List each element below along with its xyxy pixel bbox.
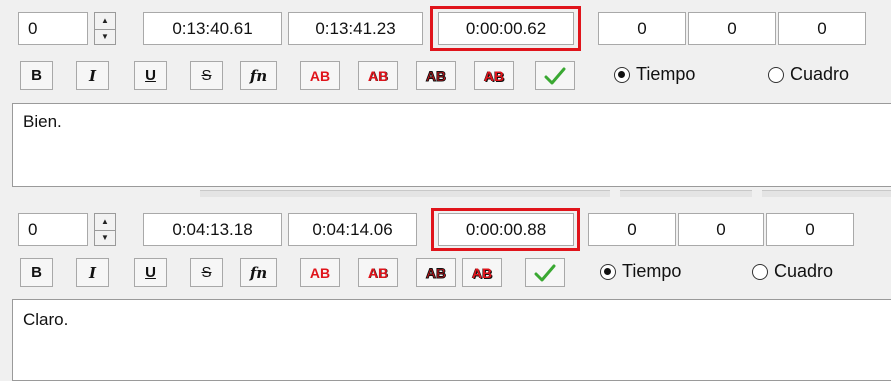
time-radio-label: Tiempo xyxy=(622,261,682,281)
end-time-field[interactable]: 0:13:41.23 xyxy=(288,12,423,45)
spin-down-icon[interactable]: ▼ xyxy=(95,229,115,246)
shadow-color-button[interactable]: AB xyxy=(462,258,502,287)
margin-vertical-field[interactable]: 0 xyxy=(778,12,866,45)
margin-vertical-field[interactable]: 0 xyxy=(766,213,854,246)
start-time-field[interactable]: 0:13:40.61 xyxy=(143,12,282,45)
time-radio[interactable]: Tiempo xyxy=(600,261,681,282)
margin-right-field[interactable]: 0 xyxy=(688,12,776,45)
margin-left-field[interactable]: 0 xyxy=(598,12,686,45)
radio-unselected-icon xyxy=(752,263,768,280)
layer-spinner[interactable]: ▲ ▼ xyxy=(94,213,116,246)
frame-radio-label: Cuadro xyxy=(790,64,850,84)
radio-selected-icon xyxy=(600,263,616,280)
primary-color-button[interactable]: AB xyxy=(300,61,340,90)
secondary-color-button[interactable]: AB xyxy=(358,61,398,90)
frame-radio[interactable]: Cuadro xyxy=(752,261,833,282)
outline-color-button[interactable]: AB xyxy=(416,258,456,287)
radio-selected-icon xyxy=(614,66,630,83)
layer-field[interactable]: 0 xyxy=(18,213,88,246)
layer-spinner[interactable]: ▲ ▼ xyxy=(94,12,116,45)
underline-button[interactable]: U xyxy=(134,258,167,287)
time-radio[interactable]: Tiempo xyxy=(614,64,695,85)
bold-button[interactable]: B xyxy=(20,258,53,287)
frame-radio-label: Cuadro xyxy=(774,261,834,281)
frame-radio[interactable]: Cuadro xyxy=(768,64,849,85)
primary-color-button[interactable]: AB xyxy=(300,258,340,287)
bold-button[interactable]: B xyxy=(20,61,53,90)
secondary-color-button[interactable]: AB xyxy=(358,258,398,287)
spin-up-icon[interactable]: ▲ xyxy=(95,214,115,230)
underline-button[interactable]: U xyxy=(134,61,167,90)
subtitle-text-area[interactable]: Bien. xyxy=(12,103,891,187)
time-radio-label: Tiempo xyxy=(636,64,696,84)
subtitle-text-area[interactable]: Claro. xyxy=(12,299,891,381)
subtitle-editor-panel: 0 ▲ ▼ 0:13:40.61 0:13:41.23 0:00:00.62 0… xyxy=(0,0,891,190)
duration-field[interactable]: 0:00:00.62 xyxy=(438,12,574,45)
subtitle-editor-panel: 0 ▲ ▼ 0:04:13.18 0:04:14.06 0:00:00.88 0… xyxy=(0,196,891,381)
layer-field[interactable]: 0 xyxy=(18,12,88,45)
strikeout-button[interactable]: S xyxy=(190,258,223,287)
start-time-field[interactable]: 0:04:13.18 xyxy=(143,213,282,246)
commit-button[interactable] xyxy=(535,61,575,90)
radio-unselected-icon xyxy=(768,66,784,83)
commit-button[interactable] xyxy=(525,258,565,287)
margin-right-field[interactable]: 0 xyxy=(678,213,764,246)
spin-up-icon[interactable]: ▲ xyxy=(95,13,115,29)
outline-color-button[interactable]: AB xyxy=(416,61,456,90)
duration-field[interactable]: 0:00:00.88 xyxy=(438,213,574,246)
italic-button[interactable]: I xyxy=(76,258,109,287)
spin-down-icon[interactable]: ▼ xyxy=(95,28,115,45)
shadow-color-button[interactable]: AB xyxy=(474,61,514,90)
italic-button[interactable]: I xyxy=(76,61,109,90)
end-time-field[interactable]: 0:04:14.06 xyxy=(288,213,417,246)
font-button[interactable]: fn xyxy=(240,61,277,90)
font-button[interactable]: fn xyxy=(240,258,277,287)
strikeout-button[interactable]: S xyxy=(190,61,223,90)
checkmark-icon xyxy=(544,67,566,84)
margin-left-field[interactable]: 0 xyxy=(588,213,676,246)
checkmark-icon xyxy=(534,264,556,281)
